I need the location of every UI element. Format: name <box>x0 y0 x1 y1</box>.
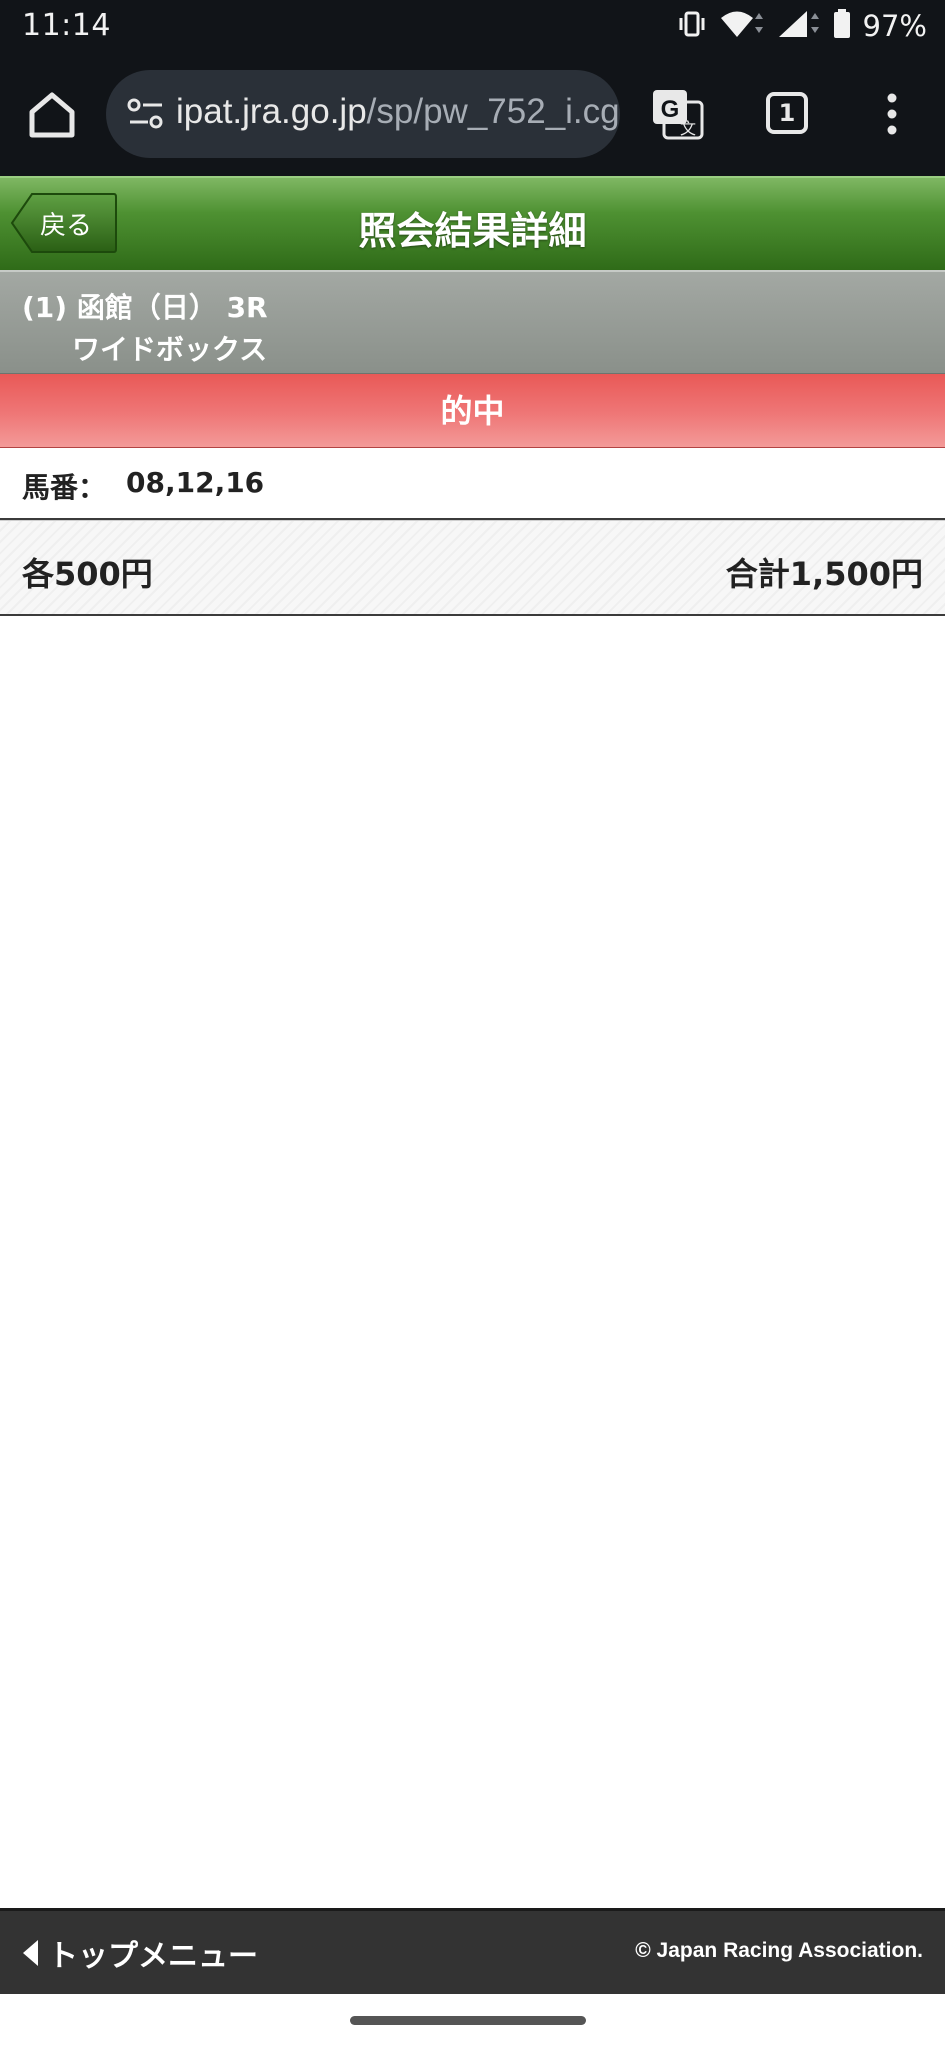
url-host: ipat.jra.go.jp <box>176 92 367 131</box>
footer: トップメニュー © Japan Racing Association. <box>0 1908 945 1994</box>
url-text: ipat.jra.go.jp/sp/pw_752_i.cg <box>176 92 620 132</box>
home-icon <box>29 92 75 138</box>
url-path: /sp/pw_752_i.cg <box>366 92 620 131</box>
battery-percent: 97% <box>862 9 927 43</box>
cellular-signal-icon <box>777 9 821 43</box>
status-icons: 97% <box>677 6 927 46</box>
battery-icon <box>833 9 851 43</box>
page-header: 戻る 照会結果詳細 <box>0 176 945 270</box>
address-bar[interactable]: ipat.jra.go.jp/sp/pw_752_i.cg <box>106 70 620 158</box>
caret-left-icon <box>23 1940 38 1966</box>
horse-number-value: 08,12,16 <box>126 466 265 499</box>
status-bar: 11:14 97% <box>0 0 945 52</box>
status-time: 11:14 <box>22 8 111 43</box>
site-info-icon[interactable] <box>126 96 166 132</box>
copyright: © Japan Racing Association. <box>635 1939 923 1962</box>
amount-each: 各500円 <box>22 555 153 593</box>
vibrate-icon <box>677 9 707 43</box>
amount-total: 合計1,500円 <box>725 555 923 593</box>
horse-number-row: 馬番： 08,12,16 <box>0 448 945 520</box>
page-title: 照会結果詳細 <box>358 209 587 253</box>
top-menu-label: トップメニュー <box>48 1939 258 1974</box>
gesture-nav-area <box>0 1994 945 2048</box>
race-line: (1) 函館（日） 3R <box>22 291 268 324</box>
home-button[interactable] <box>26 90 78 140</box>
bet-type: ワイドボックス <box>72 333 268 366</box>
translate-button[interactable]: G 文 <box>650 86 706 142</box>
result-badge: 的中 <box>0 374 945 448</box>
browser-menu-button[interactable] <box>872 90 912 138</box>
race-info: (1) 函館（日） 3R ワイドボックス <box>0 270 945 374</box>
browser-toolbar: ipat.jra.go.jp/sp/pw_752_i.cg G 文 1 <box>0 52 945 176</box>
more-vert-icon <box>887 93 897 135</box>
wifi-icon <box>719 9 765 43</box>
horse-number-label: 馬番： <box>22 471 107 504</box>
tab-switcher-button[interactable]: 1 <box>766 92 808 134</box>
translate-icon: G 文 <box>653 90 704 140</box>
svg-text:G: G <box>661 96 680 123</box>
amount-row: 各500円 合計1,500円 <box>0 520 945 616</box>
gesture-handle[interactable] <box>350 2016 586 2025</box>
svg-text:文: 文 <box>680 119 696 138</box>
top-menu-link[interactable]: トップメニュー <box>20 1931 258 1975</box>
